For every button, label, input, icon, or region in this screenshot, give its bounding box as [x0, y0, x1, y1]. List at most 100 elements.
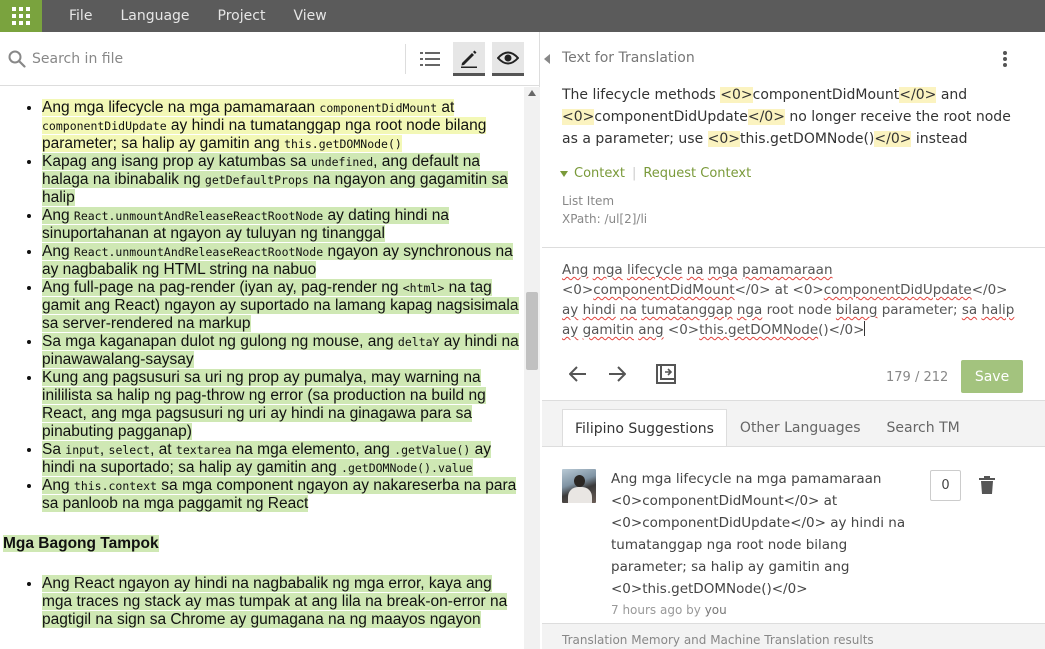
misspelled-word: pamamaraan	[742, 262, 833, 278]
segment-text: Ang React ngayon ay hindi na nagbabalik …	[42, 575, 508, 628]
translated-segment[interactable]: Ang full-page na pag-render (iyan ay, pa…	[42, 279, 519, 332]
translated-segment[interactable]: Ang React.unmountAndReleaseReactRootNode…	[42, 243, 513, 278]
suggestion-text[interactable]: Ang mga lifecycle na mga pamamaraan <0>c…	[611, 468, 911, 600]
tab-search-tm[interactable]: Search TM	[874, 409, 973, 447]
source-header: Text for Translation	[562, 50, 695, 66]
top-menu-bar: File Language Project View	[0, 0, 1045, 32]
change-list-item[interactable]: Ang full-page na pag-render (iyan ay, pa…	[42, 279, 524, 333]
suggestion-time: 7 hours ago	[611, 603, 683, 617]
translated-segment[interactable]: Ang React.unmountAndReleaseReactRootNode…	[42, 207, 449, 242]
suggestion-card[interactable]: Ang mga lifecycle na mga pamamaraan <0>c…	[542, 446, 1045, 624]
delete-suggestion-button[interactable]	[979, 476, 995, 498]
suggestion-tabs: Filipino Suggestions Other Languages Sea…	[562, 409, 973, 447]
scroll-up-arrow[interactable]	[528, 90, 536, 96]
inline-code: .getDOMNode().value	[341, 461, 473, 475]
placeable-tag: <0>	[707, 131, 741, 147]
inline-code: getDefaultProps	[204, 173, 309, 187]
document-preview: Ang mga lifecycle na mga pamamaraan comp…	[0, 87, 524, 649]
change-list-item[interactable]: Sa input, select, at textarea na mga ele…	[42, 441, 524, 477]
segment-text: Ang	[42, 207, 74, 224]
next-string-button[interactable]	[605, 362, 629, 386]
segment-text: , at	[150, 441, 176, 458]
scroll-thumb[interactable]	[526, 292, 538, 370]
document-scrollbar[interactable]	[524, 87, 540, 649]
editor-text: ()</0>	[818, 322, 865, 338]
change-list-item[interactable]: Kapag ang isang prop ay katumbas sa unde…	[42, 153, 524, 207]
translated-segment[interactable]: Ang React ngayon ay hindi na nagbabalik …	[42, 575, 508, 628]
misspelled-word: hindi	[582, 302, 616, 318]
context-row: Context | Request Context	[560, 166, 751, 181]
tab-other-languages[interactable]: Other Languages	[727, 409, 874, 447]
source-segment: and	[936, 87, 968, 103]
misspelled-word: sa	[961, 302, 978, 318]
suggestion-meta: 7 hours ago by you	[611, 603, 727, 617]
menu-language[interactable]: Language	[106, 0, 203, 32]
inline-code: React.unmountAndReleaseReactRootNode	[73, 245, 324, 259]
change-list-item[interactable]: Kung ang pagsusuri sa uri ng prop ay pum…	[42, 369, 524, 441]
vote-count[interactable]: 0	[930, 470, 961, 501]
tab-filipino-suggestions[interactable]: Filipino Suggestions	[562, 409, 727, 447]
source-text: The lifecycle methods <0>componentDidMou…	[562, 84, 1022, 150]
copy-icon	[656, 364, 676, 384]
translated-segment[interactable]: Kapag ang isang prop ay katumbas sa unde…	[42, 153, 508, 206]
segment-text: Sa	[42, 441, 66, 458]
pencil-icon	[461, 50, 477, 68]
feature-list-item[interactable]: Ang React ngayon ay hindi na nagbabalik …	[42, 575, 524, 629]
misspelled-word: na	[686, 262, 704, 278]
misspelled-word: tumatanggap	[641, 302, 733, 318]
eye-icon	[497, 51, 519, 64]
inline-code: this.context	[73, 479, 157, 493]
app-grid-button[interactable]	[0, 0, 42, 32]
segment-text: Ang full-page na pag-render (iyan ay, pa…	[42, 279, 403, 296]
context-toggle[interactable]: Context	[574, 166, 625, 181]
translation-editor[interactable]: Ang mga lifecycle na mga pamamaraan <0>c…	[562, 260, 1027, 340]
segment-text: Sa mga kaganapan dulot ng gulong ng mous…	[42, 333, 398, 350]
previous-string-button[interactable]	[566, 362, 590, 386]
inline-code: undefined	[310, 155, 374, 169]
edit-mode-button[interactable]	[453, 42, 485, 76]
preview-mode-button[interactable]	[492, 42, 524, 76]
request-context-link[interactable]: Request Context	[643, 166, 751, 181]
save-button[interactable]: Save	[961, 360, 1023, 393]
suggestion-author[interactable]: you	[705, 603, 727, 617]
menu-project[interactable]: Project	[204, 0, 280, 32]
change-list-item[interactable]: Sa mga kaganapan dulot ng gulong ng mous…	[42, 333, 524, 369]
change-list-item[interactable]: Ang mga lifecycle na mga pamamaraan comp…	[42, 99, 524, 153]
inline-code: .getValue()	[394, 443, 471, 457]
translation-memory-heading: Translation Memory and Machine Translati…	[562, 633, 874, 647]
menu-file[interactable]: File	[42, 0, 106, 32]
section-heading[interactable]: Mga Bagong Tampok	[3, 535, 524, 553]
segment-text: at	[437, 99, 455, 116]
translated-segment[interactable]: Ang this.context sa mga component ngayon…	[42, 477, 517, 512]
segment-text: ,	[99, 441, 109, 458]
change-list-item[interactable]: Ang React.unmountAndReleaseReactRootNode…	[42, 243, 524, 279]
more-options-button[interactable]	[1002, 50, 1008, 72]
placeable-tag: <0>	[720, 87, 753, 103]
placeable-tag: <0>	[562, 109, 595, 125]
translated-segment[interactable]: Sa input, select, at textarea na mga ele…	[42, 441, 492, 476]
avatar-head	[574, 475, 585, 487]
menu-view[interactable]: View	[279, 0, 340, 32]
trash-icon	[979, 476, 995, 494]
segment-text: na mga elemento, ang	[231, 441, 395, 458]
source-segment: instead	[911, 131, 968, 147]
segment-text: Kapag ang isang prop ay katumbas sa	[42, 153, 311, 170]
text-caret	[864, 321, 866, 336]
translated-segment[interactable]: Sa mga kaganapan dulot ng gulong ng mous…	[42, 333, 519, 368]
editor-text: <0>	[663, 322, 700, 338]
context-type: List Item	[562, 194, 615, 208]
change-list-item[interactable]: Ang this.context sa mga component ngayon…	[42, 477, 524, 513]
inline-code: deltaY	[397, 335, 440, 349]
translated-segment[interactable]: Ang mga lifecycle na mga pamamaraan comp…	[42, 99, 487, 152]
change-list-item[interactable]: Ang React.unmountAndReleaseReactRootNode…	[42, 207, 524, 243]
placeable-tag: </0>	[874, 131, 912, 147]
misspelled-word: nga	[736, 302, 763, 318]
list-view-button[interactable]	[414, 42, 446, 76]
misspelled-word: lifecycle	[626, 262, 683, 278]
misspelled-word: Ang	[562, 262, 589, 278]
suggestion-by: by	[682, 603, 705, 617]
translated-segment[interactable]: Kung ang pagsusuri sa uri ng prop ay pum…	[42, 369, 486, 440]
search-input[interactable]	[32, 47, 392, 71]
copy-source-button[interactable]	[654, 362, 678, 386]
translation-panel: Text for Translation The lifecycle metho…	[542, 32, 1045, 649]
